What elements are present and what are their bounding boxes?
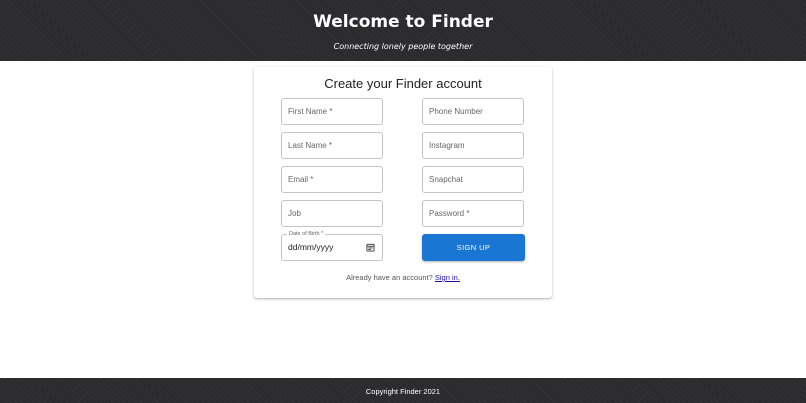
phone-number-field[interactable]: Phone Number	[422, 98, 524, 125]
copyright-text: Copyright Finder 2021	[365, 387, 441, 396]
sign-in-link[interactable]: Sign in.	[435, 273, 460, 282]
sign-in-prompt-row: Already have an account? Sign in.	[254, 273, 552, 282]
first-name-placeholder: First Name	[288, 107, 328, 116]
sign-in-prompt: Already have an account?	[346, 273, 433, 282]
signup-card: Create your Finder account First Name * …	[254, 67, 552, 298]
required-marker: *	[466, 209, 470, 218]
site-footer: Copyright Finder 2021	[0, 378, 806, 403]
instagram-placeholder: Instagram	[429, 141, 465, 150]
site-header: Welcome to Finder Connecting lonely peop…	[0, 0, 806, 61]
date-of-birth-value: dd/mm/yyyy	[288, 242, 334, 252]
required-marker: *	[329, 107, 333, 116]
first-name-field[interactable]: First Name *	[281, 98, 383, 125]
sign-up-button[interactable]: SIGN UP	[422, 234, 525, 261]
required-marker: *	[328, 141, 333, 150]
job-placeholder: Job	[288, 209, 301, 218]
email-field[interactable]: Email *	[281, 166, 383, 193]
snapchat-placeholder: Snapchat	[429, 175, 463, 184]
site-subtitle: Connecting lonely people together	[333, 42, 473, 51]
instagram-field[interactable]: Instagram	[422, 132, 524, 159]
snapchat-field[interactable]: Snapchat	[422, 166, 524, 193]
page: Welcome to Finder Connecting lonely peop…	[0, 0, 806, 403]
site-title: Welcome to Finder	[313, 12, 493, 32]
form-title: Create your Finder account	[324, 76, 482, 91]
password-placeholder: Password	[429, 209, 465, 218]
date-of-birth-field[interactable]: Date of Birth * dd/mm/yyyy	[281, 230, 383, 261]
required-marker: *	[310, 175, 314, 184]
last-name-field[interactable]: Last Name *	[281, 132, 383, 159]
email-placeholder: Email	[288, 175, 309, 184]
job-field[interactable]: Job	[281, 200, 383, 227]
phone-number-placeholder: Phone Number	[429, 107, 483, 116]
password-field[interactable]: Password *	[422, 200, 524, 227]
calendar-icon[interactable]	[366, 243, 375, 252]
last-name-placeholder: Last Name	[288, 141, 327, 150]
